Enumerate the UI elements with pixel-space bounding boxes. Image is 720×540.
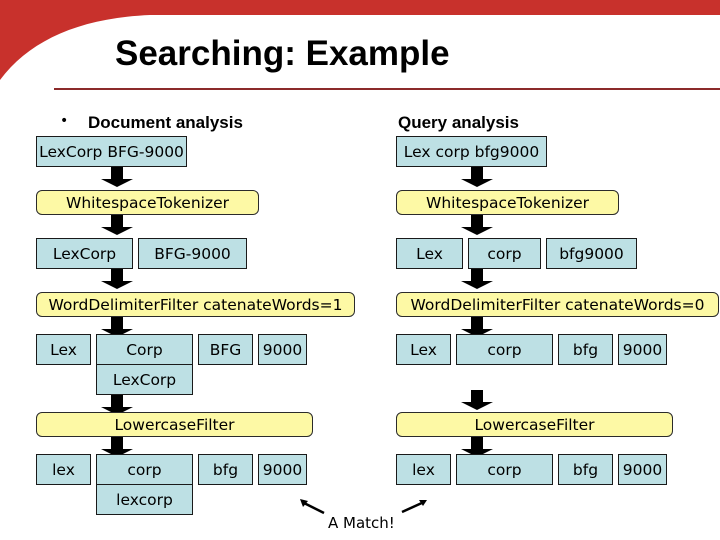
query-token: lex [396, 454, 451, 485]
doc-token: 9000 [258, 334, 307, 365]
query-tokenizer-filter: WhitespaceTokenizer [396, 190, 619, 215]
query-analysis-heading: Query analysis [398, 113, 519, 132]
doc-token: bfg [198, 454, 253, 485]
arrow-down-icon [101, 167, 133, 187]
document-analysis-heading: Document analysis [88, 113, 243, 132]
query-token: corp [456, 334, 553, 365]
query-token: 9000 [618, 334, 667, 365]
arrow-down-icon [461, 215, 493, 235]
doc-token: Corp [96, 334, 193, 365]
document-tokenizer-filter: WhitespaceTokenizer [36, 190, 259, 215]
query-word-delimiter-filter: WordDelimiterFilter catenateWords=0 [396, 292, 719, 317]
doc-token: lex [36, 454, 91, 485]
query-token: bfg [558, 454, 613, 485]
arrow-down-icon [101, 269, 133, 289]
query-token: corp [456, 454, 553, 485]
document-word-delimiter-filter: WordDelimiterFilter catenateWords=1 [36, 292, 355, 317]
doc-token: BFG [198, 334, 253, 365]
arrow-down-icon [461, 167, 493, 187]
bullet-icon: • [60, 113, 69, 129]
document-input: LexCorp BFG-9000 [36, 136, 187, 167]
query-token: Lex [396, 334, 451, 365]
query-token: 9000 [618, 454, 667, 485]
doc-token-catenated: lexcorp [96, 484, 193, 515]
doc-token: corp [96, 454, 193, 485]
query-token: bfg [558, 334, 613, 365]
title-underline [54, 88, 720, 90]
query-input: Lex corp bfg9000 [396, 136, 547, 167]
query-token: bfg9000 [546, 238, 637, 269]
slide-title: Searching: Example [115, 34, 450, 73]
document-lowercase-filter: LowercaseFilter [36, 412, 313, 437]
query-token: Lex [396, 238, 463, 269]
doc-token: 9000 [258, 454, 307, 485]
doc-token-catenated: LexCorp [96, 364, 193, 395]
query-token: corp [468, 238, 541, 269]
match-annotation: A Match! [328, 514, 395, 532]
arrow-down-icon [461, 269, 493, 289]
arrow-down-icon [461, 390, 493, 410]
doc-token: LexCorp [36, 238, 133, 269]
doc-token: BFG-9000 [138, 238, 247, 269]
doc-token: Lex [36, 334, 91, 365]
query-lowercase-filter: LowercaseFilter [396, 412, 673, 437]
arrow-down-icon [101, 215, 133, 235]
